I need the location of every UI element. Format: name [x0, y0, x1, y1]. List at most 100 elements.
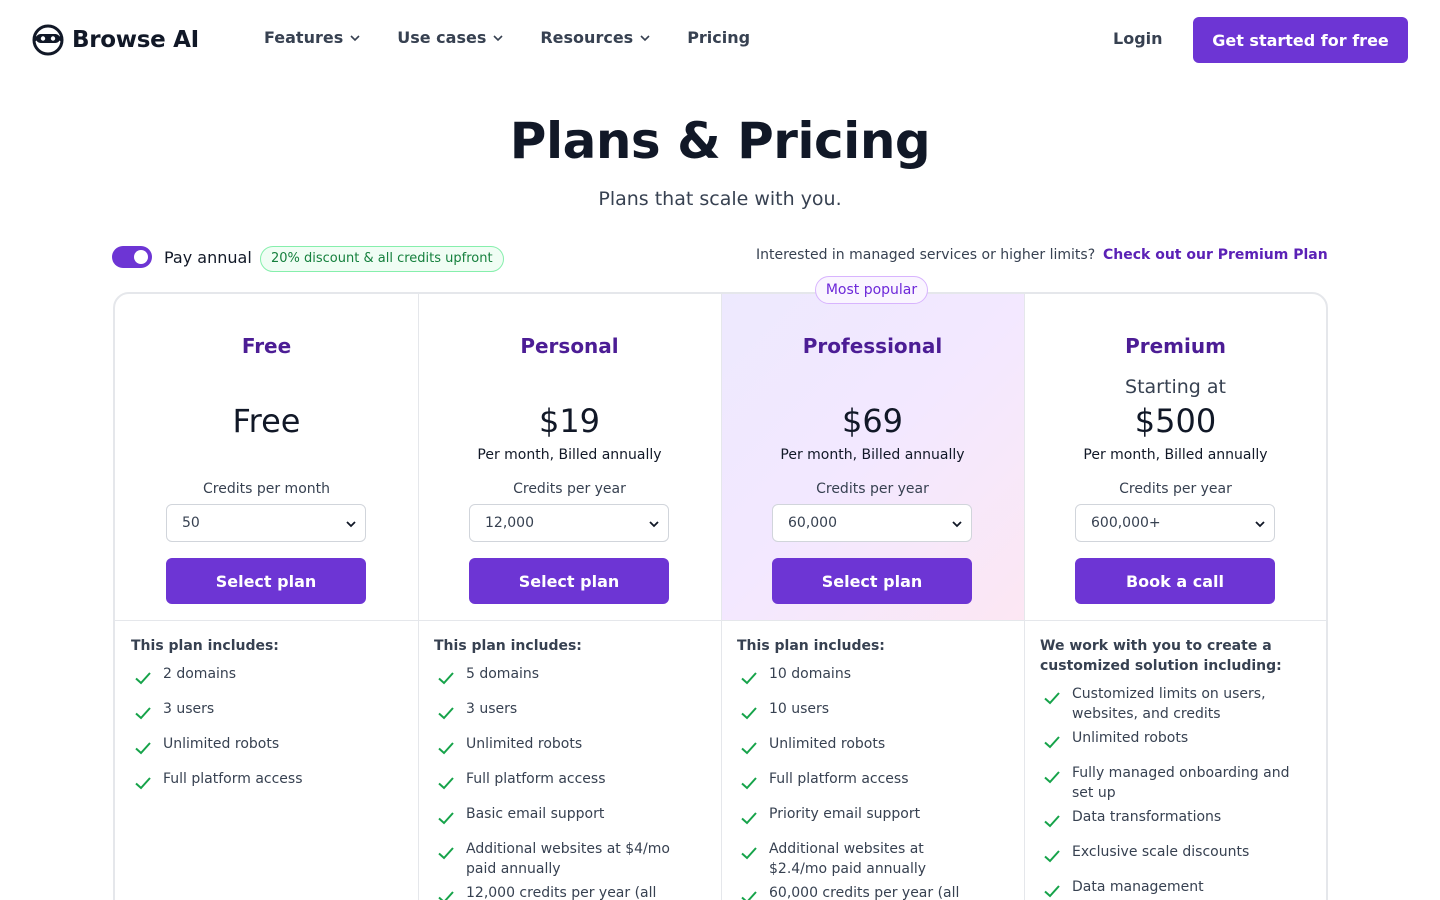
credits-select[interactable]: 50 — [166, 504, 366, 542]
feature-item: Customized limits on users, websites, an… — [1040, 684, 1290, 724]
feature-list: 5 domains 3 users Unlimited robots Full … — [434, 664, 704, 900]
page-subtitle: Plans that scale with you. — [598, 188, 842, 210]
check-icon — [741, 777, 757, 790]
feature-item: 3 users — [131, 699, 401, 720]
plan-card-personal: Personal $19 Per month, Billed annually … — [418, 294, 721, 900]
most-popular-badge: Most popular — [815, 276, 928, 304]
check-icon — [438, 812, 454, 825]
nav-resources[interactable]: Resources — [540, 28, 651, 47]
robot-logo-icon — [32, 24, 64, 56]
check-icon — [741, 707, 757, 720]
check-icon — [741, 891, 757, 900]
feature-item: Full platform access — [131, 769, 401, 790]
feature-item: 3 users — [434, 699, 704, 720]
includes-title: This plan includes: — [434, 638, 582, 654]
billing-note: Per month, Billed annually — [477, 447, 662, 463]
credits-select[interactable]: 12,000 — [469, 504, 669, 542]
includes-title: This plan includes: — [131, 638, 279, 654]
feature-list: 2 domains 3 users Unlimited robots Full … — [131, 664, 401, 804]
feature-item: Unlimited robots — [1040, 728, 1310, 749]
managed-services-text: Interested in managed services or higher… — [756, 247, 1096, 263]
check-icon — [438, 672, 454, 685]
feature-item: 60,000 credits per year (all — [737, 883, 1007, 900]
nav-features-label: Features — [264, 28, 344, 47]
feature-item: 12,000 credits per year (all — [434, 883, 704, 900]
nav-use-cases[interactable]: Use cases — [397, 28, 504, 47]
check-icon — [1044, 771, 1060, 784]
feature-item: Unlimited robots — [131, 734, 401, 755]
plan-name: Premium — [1125, 334, 1226, 358]
feature-item: Priority email support — [737, 804, 1007, 825]
credits-label: Credits per year — [513, 481, 626, 497]
feature-item: Unlimited robots — [737, 734, 1007, 755]
pricing-table: Free Free Credits per month 50 Select pl… — [113, 292, 1328, 900]
plan-name: Free — [241, 334, 292, 358]
check-icon — [438, 777, 454, 790]
feature-item: Additional websites at $2.4/mo paid annu… — [737, 839, 977, 879]
check-icon — [135, 777, 151, 790]
check-icon — [1044, 885, 1060, 898]
feature-list: 10 domains 10 users Unlimited robots Ful… — [737, 664, 1007, 900]
chevron-down-icon — [640, 34, 650, 41]
plan-price: $19 — [538, 402, 601, 440]
select-plan-button[interactable]: Select plan — [469, 558, 669, 604]
feature-item: Basic email support — [434, 804, 704, 825]
feature-item: Fully managed onboarding and set up — [1040, 763, 1290, 803]
brand-logo[interactable]: Browse AI — [32, 24, 199, 56]
credits-value: 60,000 — [788, 515, 837, 531]
credits-label: Credits per month — [203, 481, 330, 497]
includes-title: We work with you to create a customized … — [1040, 638, 1282, 674]
plan-card-premium: Premium Starting at $500 Per month, Bill… — [1024, 294, 1326, 900]
check-icon — [1044, 692, 1060, 705]
page-title: Plans & Pricing — [509, 112, 931, 170]
check-icon — [438, 742, 454, 755]
credits-value: 12,000 — [485, 515, 534, 531]
nav-pricing[interactable]: Pricing — [687, 28, 750, 47]
select-plan-button[interactable]: Select plan — [772, 558, 972, 604]
check-icon — [438, 707, 454, 720]
billing-note: Per month, Billed annually — [780, 447, 965, 463]
get-started-button[interactable]: Get started for free — [1193, 17, 1408, 63]
nav-features[interactable]: Features — [264, 28, 361, 47]
plan-price: Free — [232, 402, 301, 440]
feature-item: Data transformations — [1040, 807, 1310, 828]
chevron-down-icon — [493, 34, 503, 41]
nav-resources-label: Resources — [540, 28, 634, 47]
premium-plan-link[interactable]: Check out our Premium Plan — [1103, 247, 1328, 263]
login-link[interactable]: Login — [1113, 29, 1163, 48]
plan-price: $500 — [1134, 402, 1217, 440]
check-icon — [741, 672, 757, 685]
feature-item: 5 domains — [434, 664, 704, 685]
check-icon — [741, 742, 757, 755]
feature-item: Exclusive scale discounts — [1040, 842, 1310, 863]
nav-use-cases-label: Use cases — [397, 28, 487, 47]
includes-title: This plan includes: — [737, 638, 885, 654]
select-plan-button[interactable]: Select plan — [166, 558, 366, 604]
feature-item: Additional websites at $4/mo paid annual… — [434, 839, 674, 879]
nav-pricing-label: Pricing — [687, 28, 751, 47]
feature-item: Full platform access — [737, 769, 1007, 790]
book-call-button[interactable]: Book a call — [1075, 558, 1275, 604]
plan-price: $69 — [841, 402, 904, 440]
check-icon — [438, 847, 454, 860]
feature-item: Unlimited robots — [434, 734, 704, 755]
discount-badge: 20% discount & all credits upfront — [260, 246, 504, 272]
plan-card-professional: Professional $69 Per month, Billed annua… — [721, 294, 1024, 900]
feature-item: Data management — [1040, 877, 1310, 898]
chevron-down-icon — [350, 34, 360, 41]
check-icon — [1044, 736, 1060, 749]
plan-name: Personal — [520, 334, 619, 358]
check-icon — [135, 672, 151, 685]
feature-item: 10 domains — [737, 664, 1007, 685]
feature-list: Customized limits on users, websites, an… — [1040, 684, 1310, 898]
check-icon — [438, 891, 454, 900]
pay-annual-toggle[interactable] — [112, 246, 152, 268]
check-icon — [741, 847, 757, 860]
credits-select[interactable]: 600,000+ — [1075, 504, 1275, 542]
check-icon — [135, 707, 151, 720]
top-nav: Browse AI Features Use cases Resources P… — [0, 0, 1440, 80]
starting-at-label: Starting at — [1125, 376, 1226, 398]
credits-value: 50 — [182, 515, 200, 531]
billing-note: Per month, Billed annually — [1083, 447, 1268, 463]
credits-select[interactable]: 60,000 — [772, 504, 972, 542]
